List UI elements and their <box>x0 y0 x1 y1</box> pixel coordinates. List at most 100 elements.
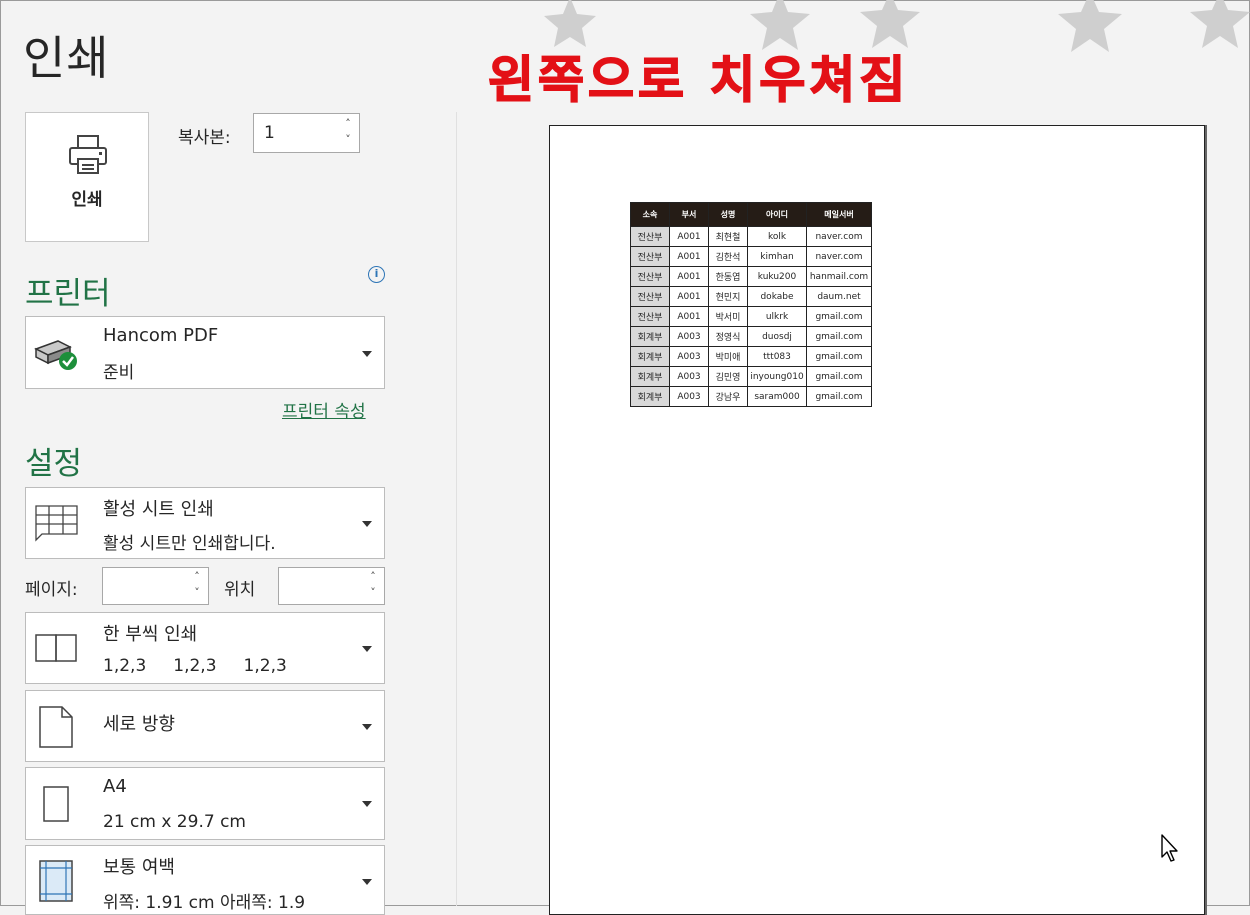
table-cell: A001 <box>669 226 709 247</box>
page-title: 인쇄 <box>23 31 110 85</box>
table-cell: dokabe <box>747 286 807 307</box>
table-cell: 회계부 <box>630 366 670 387</box>
printer-icon <box>69 135 107 174</box>
table-cell: duosdj <box>747 326 807 347</box>
mouse-cursor-icon <box>1161 834 1178 862</box>
table-cell: 한동엽 <box>708 266 748 287</box>
printer-dropdown[interactable]: Hancom PDF 준비 <box>25 316 385 389</box>
chevron-up-icon[interactable]: ˄ <box>366 569 380 585</box>
copies-value: 1 <box>264 123 275 143</box>
table-cell: A003 <box>669 386 709 407</box>
printer-ready-icon <box>34 340 77 370</box>
margins-subtitle: 위쪽: 1.91 cm 아래쪽: 1.9 <box>103 893 306 913</box>
paper-size-dropdown[interactable]: A4 21 cm x 29.7 cm <box>25 767 385 840</box>
copies-label: 복사본: <box>178 128 231 148</box>
dropdown-arrow-icon <box>362 521 372 527</box>
paper-size-subtitle: 21 cm x 29.7 cm <box>103 812 246 832</box>
table-cell: gmail.com <box>806 366 872 387</box>
table-cell: 전산부 <box>630 286 670 307</box>
chevron-down-icon[interactable]: ˅ <box>341 132 355 148</box>
table-cell: 회계부 <box>630 386 670 407</box>
table-cell: 김민영 <box>708 366 748 387</box>
margins-icon <box>39 860 73 902</box>
table-cell: naver.com <box>806 246 872 267</box>
pages-to-spinner[interactable]: ˄ ˅ <box>366 569 380 601</box>
table-cell: inyoung010 <box>747 366 807 387</box>
sheet-grid-icon <box>35 505 78 542</box>
print-scope-title: 활성 시트 인쇄 <box>103 499 214 520</box>
table-cell: 회계부 <box>630 326 670 347</box>
copies-input[interactable]: 1 ˄ ˅ <box>253 113 360 153</box>
table-cell: 현민지 <box>708 286 748 307</box>
dropdown-arrow-icon <box>362 646 372 652</box>
pages-to-input[interactable]: ˄ ˅ <box>278 567 385 605</box>
collate-pages-icon <box>35 634 77 662</box>
table-cell: hanmail.com <box>806 266 872 287</box>
pages-to-label: 위치 <box>224 580 256 600</box>
header-cell: 부서 <box>669 202 709 227</box>
table-cell: A001 <box>669 246 709 267</box>
table-cell: 김한석 <box>708 246 748 267</box>
table-row: 전산부 A001 현민지 dokabe daum.net <box>630 286 872 307</box>
table-row: 회계부 A003 김민영 inyoung010 gmail.com <box>630 366 872 387</box>
table-cell: 전산부 <box>630 266 670 287</box>
table-cell: kolk <box>747 226 807 247</box>
table-row: 전산부 A001 한동엽 kuku200 hanmail.com <box>630 266 872 287</box>
chevron-up-icon[interactable]: ˄ <box>190 569 204 585</box>
chevron-down-icon[interactable]: ˅ <box>366 585 380 601</box>
table-cell: gmail.com <box>806 346 872 367</box>
table-cell: A001 <box>669 306 709 327</box>
table-row: 전산부 A001 최현철 kolk naver.com <box>630 226 872 247</box>
table-cell: kuku200 <box>747 266 807 287</box>
dropdown-arrow-icon <box>362 351 372 357</box>
copies-spinner[interactable]: ˄ ˅ <box>341 116 355 148</box>
table-cell: A003 <box>669 366 709 387</box>
table-cell: gmail.com <box>806 306 872 327</box>
pages-label: 페이지: <box>25 580 78 600</box>
chevron-down-icon[interactable]: ˅ <box>190 585 204 601</box>
table-cell: gmail.com <box>806 386 872 407</box>
preview-header-row: 소속 부서 성명 아이디 메일서버 <box>630 202 872 227</box>
table-cell: 정영식 <box>708 326 748 347</box>
info-icon[interactable]: i <box>368 266 385 283</box>
table-cell: 박서미 <box>708 306 748 327</box>
preview-table: 소속 부서 성명 아이디 메일서버 전산부 A001 최현철 kolk nave… <box>630 202 872 407</box>
dropdown-arrow-icon <box>362 801 372 807</box>
printer-properties-link[interactable]: 프린터 속성 <box>282 397 366 422</box>
table-cell: 전산부 <box>630 246 670 267</box>
print-scope-dropdown[interactable]: 활성 시트 인쇄 활성 시트만 인쇄합니다. <box>25 487 385 559</box>
paper-size-icon <box>43 786 69 822</box>
pages-from-spinner[interactable]: ˄ ˅ <box>190 569 204 601</box>
table-cell: kimhan <box>747 246 807 267</box>
collate-dropdown[interactable]: 한 부씩 인쇄 1,2,3 1,2,3 1,2,3 <box>25 612 385 684</box>
header-cell: 성명 <box>708 202 748 227</box>
annotation-text: 왼쪽으로 치우쳐짐 <box>487 50 910 110</box>
table-cell: A001 <box>669 286 709 307</box>
table-cell: saram000 <box>747 386 807 407</box>
table-row: 회계부 A003 강남우 saram000 gmail.com <box>630 386 872 407</box>
table-cell: 박미애 <box>708 346 748 367</box>
table-row: 전산부 A001 김한석 kimhan naver.com <box>630 246 872 267</box>
panel-divider <box>456 112 457 906</box>
header-cell: 아이디 <box>747 202 807 227</box>
table-cell: 최현철 <box>708 226 748 247</box>
dropdown-arrow-icon <box>362 724 372 730</box>
dropdown-arrow-icon <box>362 879 372 885</box>
header-cell: 메일서버 <box>806 202 872 227</box>
portrait-page-icon <box>39 706 73 748</box>
table-cell: A001 <box>669 266 709 287</box>
table-cell: daum.net <box>806 286 872 307</box>
orientation-title: 세로 방향 <box>103 714 175 735</box>
table-row: 전산부 A001 박서미 ulkrk gmail.com <box>630 306 872 327</box>
print-button-label: 인쇄 <box>71 190 103 210</box>
table-cell: ttt083 <box>747 346 807 367</box>
margins-dropdown[interactable]: 보통 여백 위쪽: 1.91 cm 아래쪽: 1.9 <box>25 845 385 915</box>
table-cell: 회계부 <box>630 346 670 367</box>
print-button[interactable]: 인쇄 <box>25 112 149 242</box>
pages-from-input[interactable]: ˄ ˅ <box>102 567 209 605</box>
orientation-dropdown[interactable]: 세로 방향 <box>25 690 385 762</box>
chevron-up-icon[interactable]: ˄ <box>341 116 355 132</box>
table-cell: 전산부 <box>630 226 670 247</box>
settings-heading: 설정 <box>25 446 83 482</box>
collate-subtitle: 1,2,3 1,2,3 1,2,3 <box>103 656 287 676</box>
